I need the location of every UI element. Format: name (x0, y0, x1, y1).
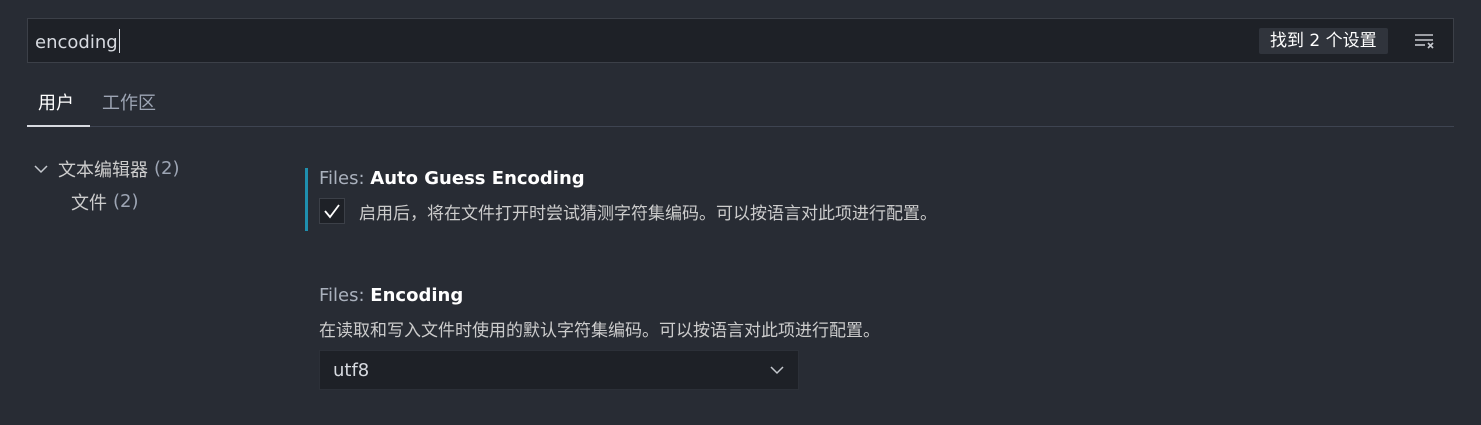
setting-auto-guess-encoding: Files: Auto Guess Encoding 启用后，将在文件打开时尝试… (305, 168, 1405, 231)
search-input[interactable]: encoding (35, 29, 120, 53)
toc-item-count: (2) (113, 191, 139, 212)
toc-item-label: 文本编辑器 (58, 159, 148, 181)
setting-title: Files: Encoding (305, 285, 1405, 306)
encoding-select[interactable]: utf8 (319, 350, 799, 390)
settings-scope-tabs: 用户 工作区 (27, 86, 1454, 127)
auto-guess-encoding-checkbox[interactable] (319, 198, 345, 224)
setting-category: Files: (319, 285, 371, 306)
setting-description: 启用后，将在文件打开时尝试猜测字符集编码。可以按语言对此项进行配置。 (359, 203, 937, 224)
check-icon (324, 204, 340, 219)
setting-category: Files: (319, 168, 371, 189)
toc-item-text-editor[interactable]: 文本编辑器 (2) (30, 152, 270, 185)
setting-title: Files: Auto Guess Encoding (308, 168, 1405, 189)
setting-encoding: Files: Encoding 在读取和写入文件时使用的默认字符集编码。可以按语… (305, 285, 1405, 390)
search-input-value: encoding (35, 32, 118, 53)
tab-workspace[interactable]: 工作区 (102, 89, 156, 127)
text-caret (118, 29, 120, 53)
tab-user[interactable]: 用户 (27, 89, 90, 127)
setting-name: Auto Guess Encoding (370, 168, 585, 189)
clear-filter-icon[interactable] (1412, 29, 1438, 53)
toc-item-label: 文件 (71, 192, 107, 214)
settings-search-box[interactable]: encoding 找到 2 个设置 (27, 18, 1454, 63)
chevron-down-icon (34, 164, 48, 173)
setting-name: Encoding (370, 285, 464, 306)
toc-item-count: (2) (154, 158, 180, 179)
setting-description: 在读取和写入文件时使用的默认字符集编码。可以按语言对此项进行配置。 (319, 321, 880, 341)
chevron-down-icon (770, 366, 784, 375)
settings-toc: 文本编辑器 (2) 文件 (2) (30, 152, 270, 218)
toc-item-files[interactable]: 文件 (2) (30, 185, 270, 218)
result-count-badge: 找到 2 个设置 (1259, 28, 1388, 54)
settings-editor: encoding 找到 2 个设置 用户 工作区 文本编辑器 (2) 文件 (2… (0, 0, 1481, 425)
encoding-select-value: utf8 (333, 359, 370, 381)
